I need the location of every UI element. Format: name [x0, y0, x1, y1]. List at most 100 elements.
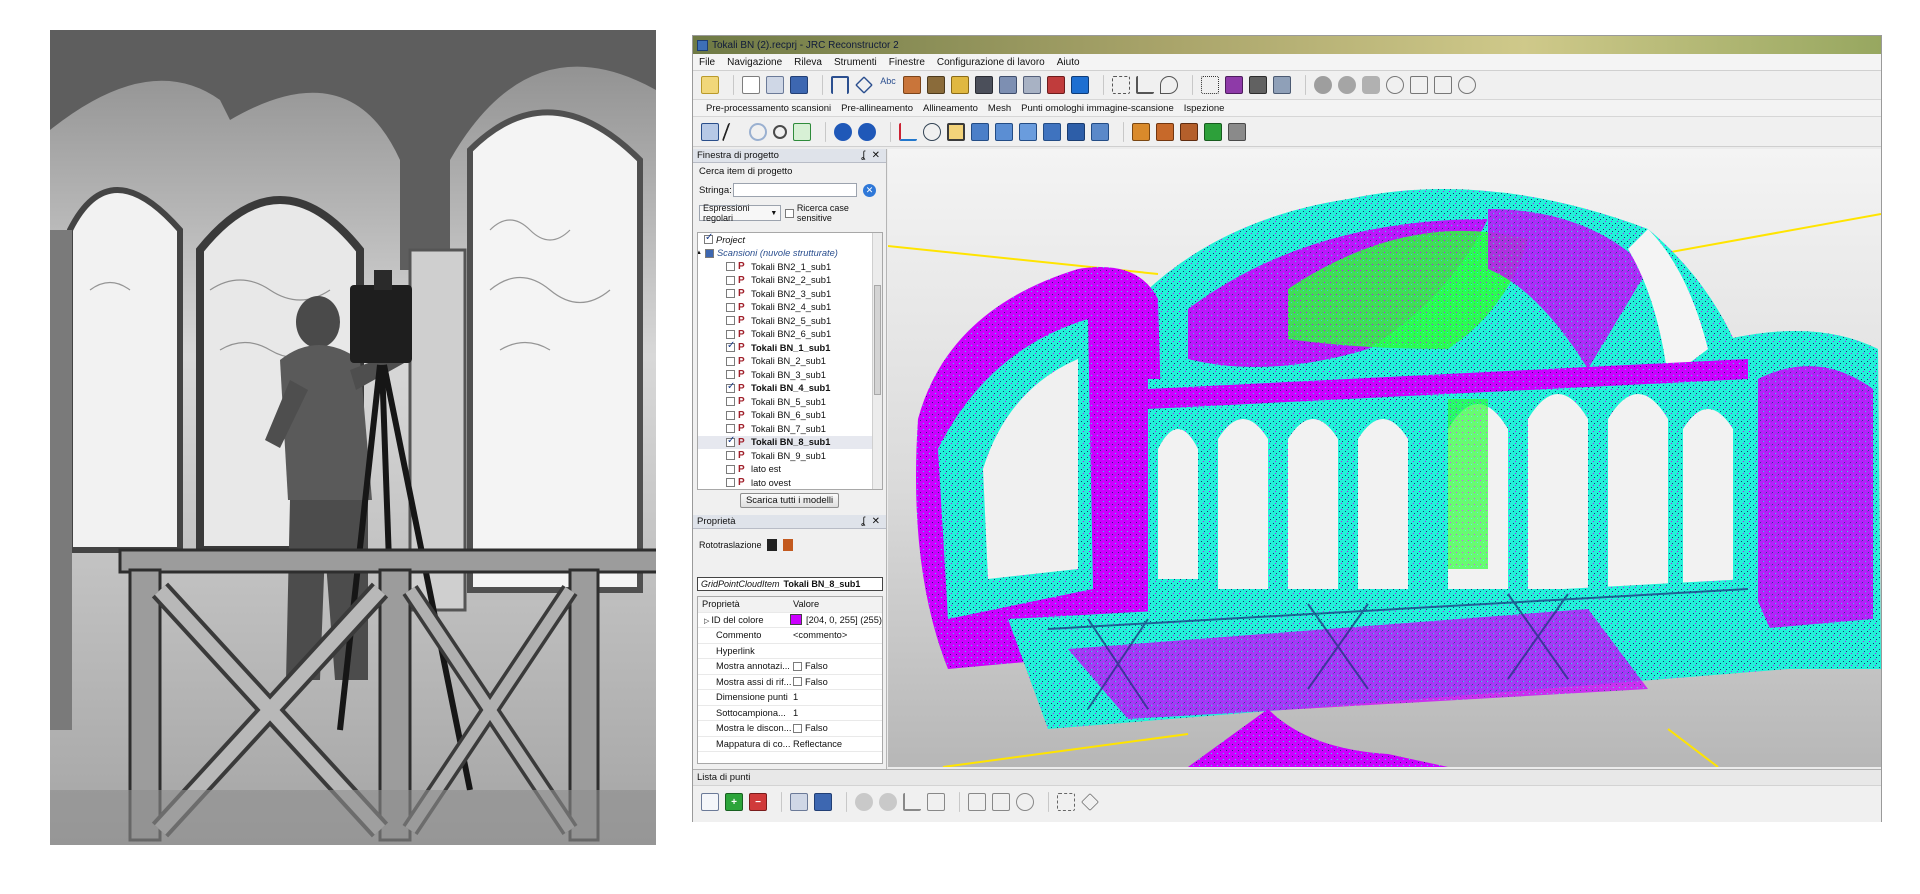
menu-rileva[interactable]: Rileva: [788, 57, 828, 68]
tab-pre-processamento[interactable]: Pre-processamento scansioni: [701, 103, 836, 114]
menu-aiuto[interactable]: Aiuto: [1051, 57, 1086, 68]
remove-point-icon[interactable]: −: [749, 793, 767, 811]
panel-controls[interactable]: ʆ ✕: [861, 516, 882, 527]
nodes-icon[interactable]: [1314, 76, 1332, 94]
page-icon[interactable]: [992, 793, 1010, 811]
clear-search-icon[interactable]: ✕: [863, 183, 876, 197]
text-annotation-icon[interactable]: Abc: [879, 76, 897, 94]
polyline-icon[interactable]: [903, 793, 921, 811]
back-arrow-icon[interactable]: [834, 122, 852, 141]
camera-icon[interactable]: [903, 76, 921, 94]
collapse-icon[interactable]: ▲: [698, 250, 702, 256]
forward-arrow-icon[interactable]: [858, 122, 876, 141]
render-icon[interactable]: [1180, 122, 1198, 141]
tree-item[interactable]: P Tokali BN2_4_sub1: [698, 301, 882, 315]
save-icon[interactable]: [790, 76, 808, 94]
tree-item[interactable]: P Tokali BN_3_sub1: [698, 368, 882, 382]
new-file-icon[interactable]: [742, 76, 760, 94]
tree-item-checkbox[interactable]: [726, 424, 735, 434]
zoom-icon[interactable]: [773, 124, 787, 139]
property-value[interactable]: <commento>: [793, 630, 882, 640]
image-icon[interactable]: [951, 76, 969, 94]
tree-item[interactable]: P Tokali BN2_1_sub1: [698, 260, 882, 274]
document-icon[interactable]: [968, 793, 986, 811]
tree-scrollbar[interactable]: [872, 233, 882, 489]
tree-scroll-thumb[interactable]: [874, 285, 881, 395]
hand-icon[interactable]: [1362, 76, 1380, 94]
property-value[interactable]: 1: [793, 692, 882, 702]
tree-item-checkbox[interactable]: [726, 410, 735, 420]
curve-icon[interactable]: [927, 793, 945, 811]
tab-ispezione[interactable]: Ispezione: [1179, 103, 1230, 114]
property-value[interactable]: [204, 0, 255] (255): [790, 614, 882, 626]
tree-item-checkbox[interactable]: [726, 478, 735, 488]
tree-item[interactable]: P Tokali BN2_6_sub1: [698, 328, 882, 342]
tree-item[interactable]: P Tokali BN2_5_sub1: [698, 314, 882, 328]
case-sensitive-checkbox[interactable]: [785, 208, 794, 218]
settings-icon[interactable]: [1228, 122, 1246, 141]
property-row[interactable]: Mostra le discon... Falso: [698, 721, 882, 737]
tree-item-checkbox[interactable]: [726, 316, 735, 326]
menu-finestre[interactable]: Finestre: [883, 57, 931, 68]
tree-item[interactable]: P Tokali BN_2_sub1: [698, 355, 882, 369]
edit-list-icon[interactable]: [790, 793, 808, 811]
tree-item[interactable]: P Tokali BN_7_sub1: [698, 422, 882, 436]
tree-item[interactable]: P Tokali BN_1_sub1: [698, 340, 882, 355]
tree-item[interactable]: P Tokali BN_6_sub1: [698, 409, 882, 423]
tree-item[interactable]: P Tokali BN_8_sub1: [698, 435, 882, 449]
scanner-icon[interactable]: [975, 76, 993, 94]
select-tool-icon[interactable]: [701, 122, 719, 141]
tools-icon[interactable]: [1249, 76, 1267, 94]
tree-item[interactable]: P Tokali BN2_3_sub1: [698, 287, 882, 301]
tree-item[interactable]: ▲ Scansioni (nuvole strutturate): [698, 247, 882, 261]
save-list-icon[interactable]: [814, 793, 832, 811]
axes-icon[interactable]: [899, 122, 917, 141]
document-icon[interactable]: [1410, 76, 1428, 94]
globe-icon[interactable]: [1458, 76, 1476, 94]
property-value[interactable]: Falso: [793, 677, 882, 687]
menu-strumenti[interactable]: Strumenti: [828, 57, 883, 68]
filter-icon[interactable]: [1273, 76, 1291, 94]
translate-icon[interactable]: [766, 539, 777, 551]
network-icon[interactable]: [1338, 76, 1356, 94]
property-row[interactable]: Mostra assi di rif... Falso: [698, 675, 882, 690]
menu-navigazione[interactable]: Navigazione: [721, 57, 788, 68]
download-all-button[interactable]: Scarica tutti i modelli: [739, 493, 840, 508]
tree-item[interactable]: Plato ovest: [698, 476, 882, 489]
rect-select-icon[interactable]: [1057, 793, 1075, 811]
measure-icon[interactable]: [831, 76, 849, 94]
tree-item-checkbox[interactable]: [726, 340, 735, 353]
property-row[interactable]: Sottocampiona... 1: [698, 706, 882, 721]
tree-item-checkbox[interactable]: [726, 275, 735, 285]
menu-configurazione[interactable]: Configurazione di lavoro: [931, 57, 1051, 68]
new-list-icon[interactable]: [701, 793, 719, 811]
view-top-icon[interactable]: [1067, 122, 1085, 141]
tree-item-checkbox[interactable]: [726, 435, 735, 447]
polyline-select-icon[interactable]: [1136, 76, 1154, 94]
property-value[interactable]: Reflectance: [793, 739, 882, 749]
property-checkbox[interactable]: [793, 723, 802, 733]
tree-item-checkbox[interactable]: [726, 451, 735, 461]
tab-punti-omologhi[interactable]: Punti omologhi immagine-scansione: [1016, 103, 1179, 114]
download-icon[interactable]: [1204, 122, 1222, 141]
property-row[interactable]: Mappatura di co... Reflectance: [698, 737, 882, 752]
tree-item-checkbox[interactable]: [726, 464, 735, 474]
tab-pre-allineamento[interactable]: Pre-allineamento: [836, 103, 918, 114]
tree-item-checkbox[interactable]: [704, 248, 714, 258]
panel-controls[interactable]: ʆ ✕: [861, 150, 882, 161]
property-value[interactable]: Falso: [793, 723, 882, 733]
nodes-icon[interactable]: [855, 793, 873, 811]
regex-select[interactable]: Espressioni regolari ▼: [699, 203, 782, 223]
cylinder-icon[interactable]: [1023, 76, 1041, 94]
fit-view-icon[interactable]: [793, 122, 811, 141]
network-icon[interactable]: [879, 793, 897, 811]
survey-icon[interactable]: [927, 76, 945, 94]
view-back-icon[interactable]: [995, 122, 1013, 141]
import-icon[interactable]: [999, 76, 1017, 94]
tree-item-checkbox[interactable]: [704, 233, 713, 245]
tree-item-checkbox[interactable]: [726, 329, 735, 339]
property-row[interactable]: Dimensione punti 1: [698, 690, 882, 706]
material-icon[interactable]: [1132, 122, 1150, 141]
property-row[interactable]: ▷ ID del colore [204, 0, 255] (255): [698, 613, 882, 628]
tree-item[interactable]: P Tokali BN2_2_sub1: [698, 274, 882, 288]
